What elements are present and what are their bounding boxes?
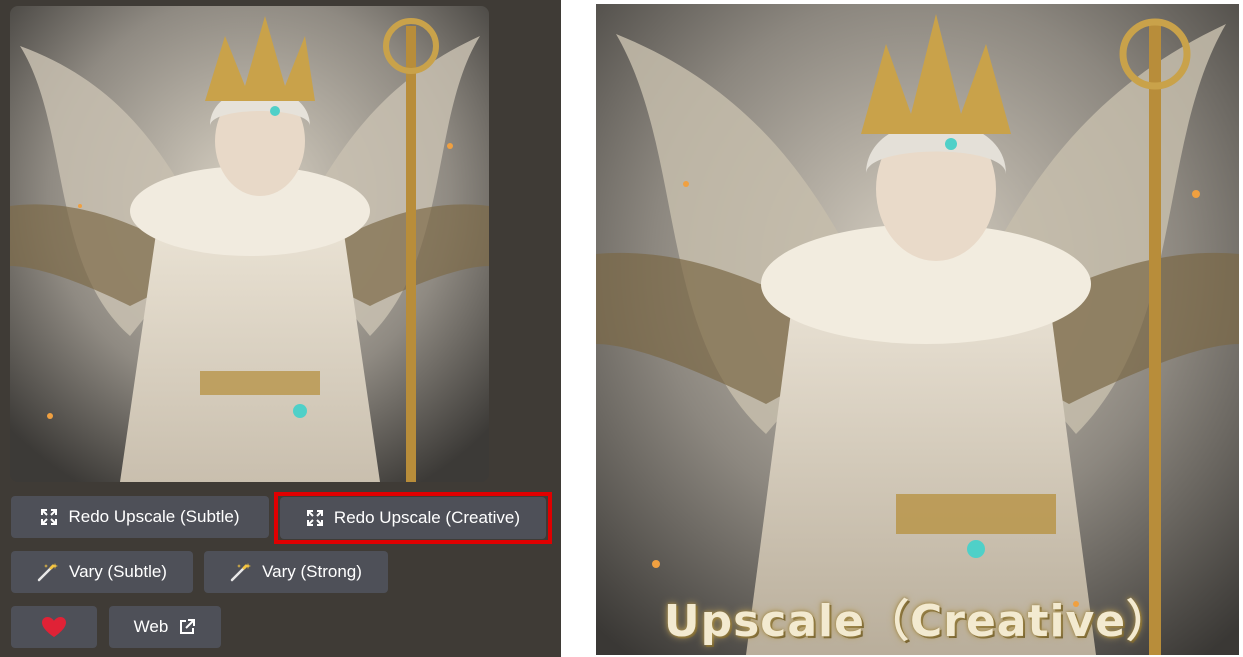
external-link-icon	[178, 618, 196, 636]
vary-strong-button[interactable]: Vary (Strong)	[204, 551, 388, 593]
angel-artwork-image	[10, 6, 489, 482]
generated-image-thumbnail[interactable]	[10, 6, 489, 482]
angel-artwork-upscaled-image	[596, 4, 1239, 655]
redo-upscale-subtle-button[interactable]: Redo Upscale (Subtle)	[11, 496, 269, 538]
upscaled-image-preview: Upscale（Creative）	[596, 4, 1239, 655]
redo-upscale-creative-label: Redo Upscale (Creative)	[333, 508, 521, 527]
vary-subtle-button[interactable]: Vary (Subtle)	[11, 551, 193, 593]
expand-corners-icon	[40, 508, 58, 526]
vary-strong-label: Vary (Strong)	[262, 562, 362, 581]
heart-icon	[41, 616, 67, 638]
upscale-creative-caption: Upscale（Creative）	[663, 596, 1172, 647]
web-label: Web	[133, 617, 169, 636]
vary-subtle-label: Vary (Subtle)	[69, 562, 167, 581]
redo-upscale-creative-button[interactable]: Redo Upscale (Creative)	[280, 497, 546, 539]
magic-wand-icon	[37, 562, 59, 582]
expand-corners-icon	[306, 509, 324, 527]
redo-upscale-subtle-label: Redo Upscale (Subtle)	[68, 507, 240, 526]
magic-wand-icon	[230, 562, 252, 582]
chat-message-panel: Redo Upscale (Subtle) Redo Upscale (Crea…	[0, 0, 561, 657]
web-button[interactable]: Web	[109, 606, 221, 648]
favorite-button[interactable]	[11, 606, 97, 648]
